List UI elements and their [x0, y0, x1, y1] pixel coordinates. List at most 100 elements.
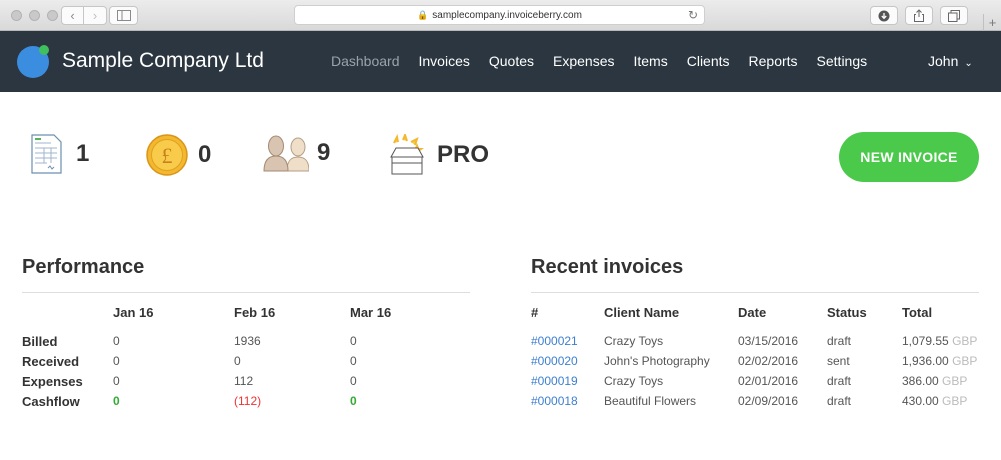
performance-header-month: Jan 16 — [113, 305, 154, 320]
nav-clients[interactable]: Clients — [687, 53, 730, 69]
user-name: John — [928, 53, 959, 69]
col-header-total: Total — [902, 305, 933, 320]
new-tab-button[interactable]: + — [983, 14, 1001, 31]
browser-toolbar: ‹ › 🔒 samplecompany.invoiceberry.com ↻ + — [0, 0, 1001, 31]
performance-header-row: Jan 16 Feb 16 Mar 16 — [22, 305, 450, 331]
tabs-overview-button[interactable] — [940, 6, 968, 25]
recent-invoices-title: Recent invoices — [531, 256, 684, 278]
row-label: Received — [22, 353, 80, 369]
close-window-button[interactable] — [11, 10, 22, 21]
cell-value: 0 — [234, 354, 241, 368]
cell-value-negative: (112) — [234, 394, 262, 408]
cell-value: 0 — [350, 334, 357, 348]
performance-divider — [22, 292, 470, 293]
table-row[interactable]: #000018 Beautiful Flowers 02/09/2016 dra… — [531, 391, 980, 411]
plus-icon: + — [988, 15, 997, 30]
share-button[interactable] — [905, 6, 933, 25]
client-name: Crazy Toys — [604, 334, 664, 348]
clients-icon — [263, 135, 309, 172]
main-nav: Dashboard Invoices Quotes Expenses Items… — [331, 53, 886, 69]
nav-quotes[interactable]: Quotes — [489, 53, 534, 69]
table-row[interactable]: #000019 Crazy Toys 02/01/2016 draft 386.… — [531, 371, 980, 391]
col-header-status: Status — [827, 305, 867, 320]
payments-stat[interactable]: £ 0 — [146, 134, 211, 176]
table-row[interactable]: #000020 John's Photography 02/02/2016 se… — [531, 351, 980, 371]
cell-value: 0 — [350, 374, 357, 388]
invoice-total: 386.00 GBP — [902, 371, 980, 391]
performance-table: Jan 16 Feb 16 Mar 16 Billed 0 1936 0 Rec… — [22, 305, 450, 411]
invoice-number-link[interactable]: #000021 — [531, 334, 578, 348]
col-header-date: Date — [738, 305, 767, 320]
downloads-button[interactable] — [870, 6, 898, 25]
nav-expenses[interactable]: Expenses — [553, 53, 614, 69]
clients-count: 9 — [317, 139, 331, 166]
invoice-total: 430.00 GBP — [902, 391, 980, 411]
share-icon — [914, 9, 924, 22]
minimize-window-button[interactable] — [29, 10, 40, 21]
row-label: Cashflow — [22, 393, 80, 409]
invoices-count: 1 — [76, 140, 90, 167]
window-controls — [11, 10, 58, 21]
performance-row-received: Received 0 0 0 — [22, 351, 450, 371]
clients-stat[interactable]: 9 — [263, 134, 330, 172]
row-label: Expenses — [22, 373, 83, 389]
table-row[interactable]: #000021 Crazy Toys 03/15/2016 draft 1,07… — [531, 331, 980, 351]
invoice-date: 02/01/2016 — [738, 374, 799, 388]
total-amount: 430.00 — [902, 394, 939, 408]
chevron-left-icon: ‹ — [70, 8, 75, 23]
client-name: Crazy Toys — [604, 374, 664, 388]
currency-code: GBP — [942, 374, 968, 388]
cell-value: 0 — [113, 374, 120, 388]
payments-count: 0 — [198, 141, 212, 168]
nav-settings[interactable]: Settings — [817, 53, 868, 69]
company-logo — [17, 45, 49, 78]
performance-header-month: Mar 16 — [350, 305, 392, 320]
url-text: samplecompany.invoiceberry.com — [432, 9, 582, 21]
back-button[interactable]: ‹ — [61, 6, 84, 25]
plan-name: PRO — [437, 141, 490, 168]
nav-invoices[interactable]: Invoices — [419, 53, 470, 69]
cell-value: 112 — [234, 374, 254, 388]
user-menu[interactable]: John ⌄ — [928, 53, 973, 69]
cell-value-positive: 0 — [113, 394, 120, 408]
invoice-status: draft — [827, 394, 852, 408]
lock-icon: 🔒 — [417, 9, 429, 20]
invoice-total: 1,079.55 GBP — [902, 331, 980, 351]
cell-value-positive: 0 — [350, 394, 357, 408]
nav-reports[interactable]: Reports — [749, 53, 798, 69]
new-invoice-button[interactable]: NEW INVOICE — [839, 132, 979, 182]
currency-code: GBP — [952, 354, 978, 368]
reload-icon[interactable]: ↻ — [688, 8, 698, 22]
sidebar-toggle-button[interactable] — [109, 6, 138, 25]
invoice-date: 02/02/2016 — [738, 354, 799, 368]
plan-stat[interactable]: PRO — [389, 134, 489, 176]
chevron-right-icon: › — [92, 8, 98, 23]
total-amount: 386.00 — [902, 374, 939, 388]
download-icon — [878, 10, 890, 21]
invoice-status: draft — [827, 374, 852, 388]
invoice-number-link[interactable]: #000019 — [531, 374, 578, 388]
tabs-icon — [948, 9, 960, 22]
cell-value: 0 — [350, 354, 357, 368]
invoices-stat[interactable]: 1 — [31, 134, 89, 174]
client-name: Beautiful Flowers — [604, 394, 697, 408]
performance-title: Performance — [22, 256, 145, 278]
invoice-number-link[interactable]: #000018 — [531, 394, 578, 408]
nav-items[interactable]: Items — [633, 53, 667, 69]
total-amount: 1,936.00 — [902, 354, 949, 368]
cell-value: 0 — [113, 354, 120, 368]
performance-header-empty — [22, 305, 113, 331]
performance-row-cashflow: Cashflow 0 (112) 0 — [22, 391, 450, 411]
zoom-window-button[interactable] — [47, 10, 58, 21]
pro-plan-box-icon — [390, 134, 424, 175]
address-bar[interactable]: 🔒 samplecompany.invoiceberry.com ↻ — [294, 5, 705, 25]
forward-button[interactable]: › — [84, 6, 107, 25]
company-name: Sample Company Ltd — [62, 49, 264, 72]
performance-row-billed: Billed 0 1936 0 — [22, 331, 450, 351]
svg-text:£: £ — [162, 143, 173, 168]
row-label: Billed — [22, 333, 58, 349]
currency-code: GBP — [942, 394, 968, 408]
invoice-document-icon — [31, 134, 62, 174]
invoice-number-link[interactable]: #000020 — [531, 354, 578, 368]
nav-dashboard[interactable]: Dashboard — [331, 53, 400, 69]
